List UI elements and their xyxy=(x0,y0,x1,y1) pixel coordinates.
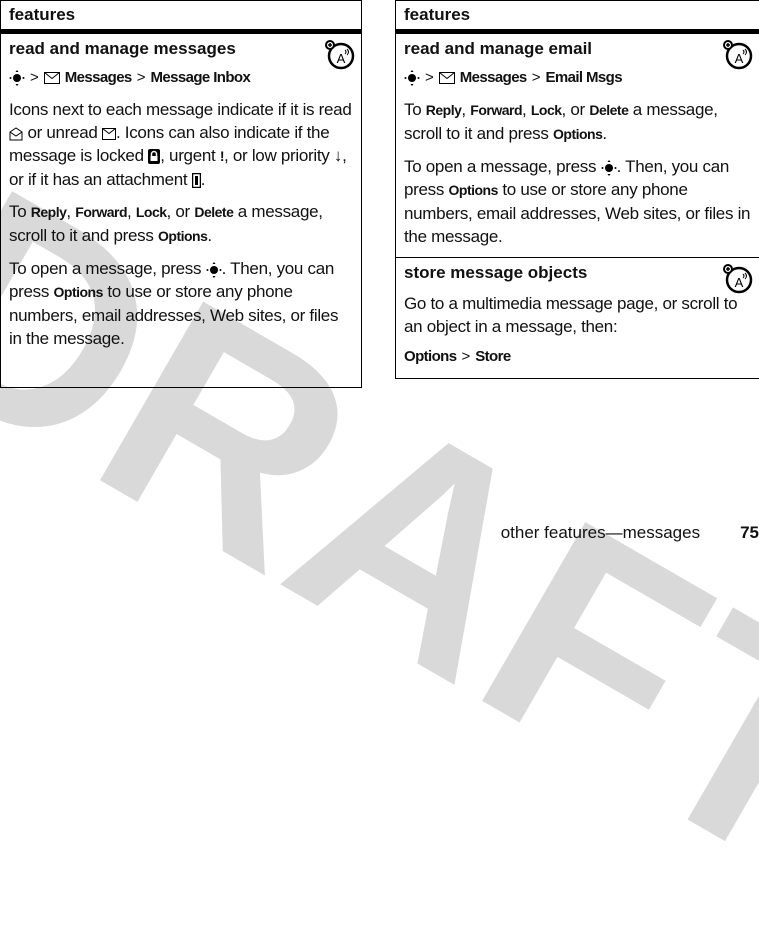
nav-key-icon xyxy=(9,70,25,86)
message-envelope-icon xyxy=(438,72,455,84)
table-header: features xyxy=(1,1,361,34)
features-table-left: features A read and manage messages > Me… xyxy=(0,0,362,388)
features-table-right: features A read and manage email > Messa… xyxy=(395,0,759,379)
feature-read-manage-email: A read and manage email > Messages > Ema… xyxy=(396,34,759,248)
text: To open a message, press xyxy=(404,157,597,176)
text: , urgent xyxy=(160,146,216,165)
icons-description: Icons next to each message indicate if i… xyxy=(9,98,353,191)
path-separator: > xyxy=(136,69,146,86)
store-instructions: Go to a multimedia message page, or scro… xyxy=(404,294,738,336)
feature-read-manage-messages: A read and manage messages > Messages > … xyxy=(1,34,361,350)
table-header: features xyxy=(396,1,759,34)
text: . xyxy=(602,124,607,143)
feature-title: read and manage messages xyxy=(9,39,236,58)
nav-key-icon xyxy=(404,70,420,86)
option-delete: Delete xyxy=(589,102,629,118)
text: , or xyxy=(166,202,195,221)
nav-key-icon xyxy=(206,261,222,278)
menu-item-options: Options xyxy=(404,348,457,365)
text: To xyxy=(404,100,426,119)
option-lock: Lock xyxy=(530,102,562,118)
text: , xyxy=(127,202,136,221)
text: . xyxy=(207,226,212,245)
text: , xyxy=(66,202,76,221)
low-priority-icon: ↓ xyxy=(333,146,343,165)
locked-icon xyxy=(148,149,161,165)
option-options: Options xyxy=(448,182,499,198)
menu-item-message-inbox: Message Inbox xyxy=(150,69,251,86)
reply-forward-instructions: To Reply, Forward, Lock, or Delete a mes… xyxy=(9,200,353,248)
network-feature-icon: A xyxy=(325,40,355,70)
option-reply: Reply xyxy=(30,204,67,220)
feature-title: read and manage email xyxy=(404,39,593,58)
running-footer-title: other features—messages xyxy=(500,523,701,542)
attachment-icon xyxy=(191,173,201,189)
path-separator: > xyxy=(531,69,541,86)
menu-item-messages: Messages xyxy=(64,69,133,86)
menu-item-store: Store xyxy=(475,348,511,365)
text: , xyxy=(461,100,471,119)
option-options: Options xyxy=(53,284,104,300)
option-options: Options xyxy=(158,228,208,244)
option-options: Options xyxy=(553,126,603,142)
option-reply: Reply xyxy=(425,102,462,118)
text: , xyxy=(522,100,531,119)
network-feature-icon: A xyxy=(723,40,753,70)
text: Icons next to each message indicate if i… xyxy=(9,100,352,119)
page-number: 75 xyxy=(740,523,759,542)
unread-message-icon xyxy=(101,127,116,140)
path-separator: > xyxy=(30,69,39,86)
menu-item-messages: Messages xyxy=(459,69,528,86)
reply-forward-instructions: To Reply, Forward, Lock, or Delete a mes… xyxy=(404,98,751,146)
text: . xyxy=(200,170,206,189)
option-lock: Lock xyxy=(135,204,167,220)
open-message-instructions: To open a message, press . Then, you can… xyxy=(9,257,353,350)
text: To xyxy=(9,202,31,221)
feature-store-message-objects: A store message objects Go to a multimed… xyxy=(396,257,759,367)
text: To open a message, press xyxy=(9,259,202,278)
option-forward: Forward xyxy=(75,204,127,220)
svg-text:A: A xyxy=(337,51,346,66)
menu-item-email-msgs: Email Msgs xyxy=(545,69,622,86)
menu-path: > Messages > Message Inbox xyxy=(9,68,353,88)
text: , or low priority xyxy=(224,146,330,165)
text: or unread xyxy=(27,123,98,142)
menu-path: > Messages > Email Msgs xyxy=(404,68,751,88)
svg-text:A: A xyxy=(735,51,744,66)
path-separator: > xyxy=(461,348,471,365)
option-delete: Delete xyxy=(194,204,234,220)
svg-text:A: A xyxy=(735,275,744,290)
feature-title: store message objects xyxy=(404,263,588,282)
text: , or xyxy=(561,100,590,119)
page-footer: other features—messages 75 xyxy=(501,523,759,543)
message-envelope-icon xyxy=(43,72,60,84)
option-forward: Forward xyxy=(470,102,522,118)
menu-path: Options > Store xyxy=(404,347,751,367)
path-separator: > xyxy=(425,69,434,86)
read-message-icon xyxy=(9,126,23,141)
open-message-instructions: To open a message, press . Then, you can… xyxy=(404,155,751,248)
nav-key-icon xyxy=(601,159,617,176)
network-feature-icon: A xyxy=(723,264,753,294)
